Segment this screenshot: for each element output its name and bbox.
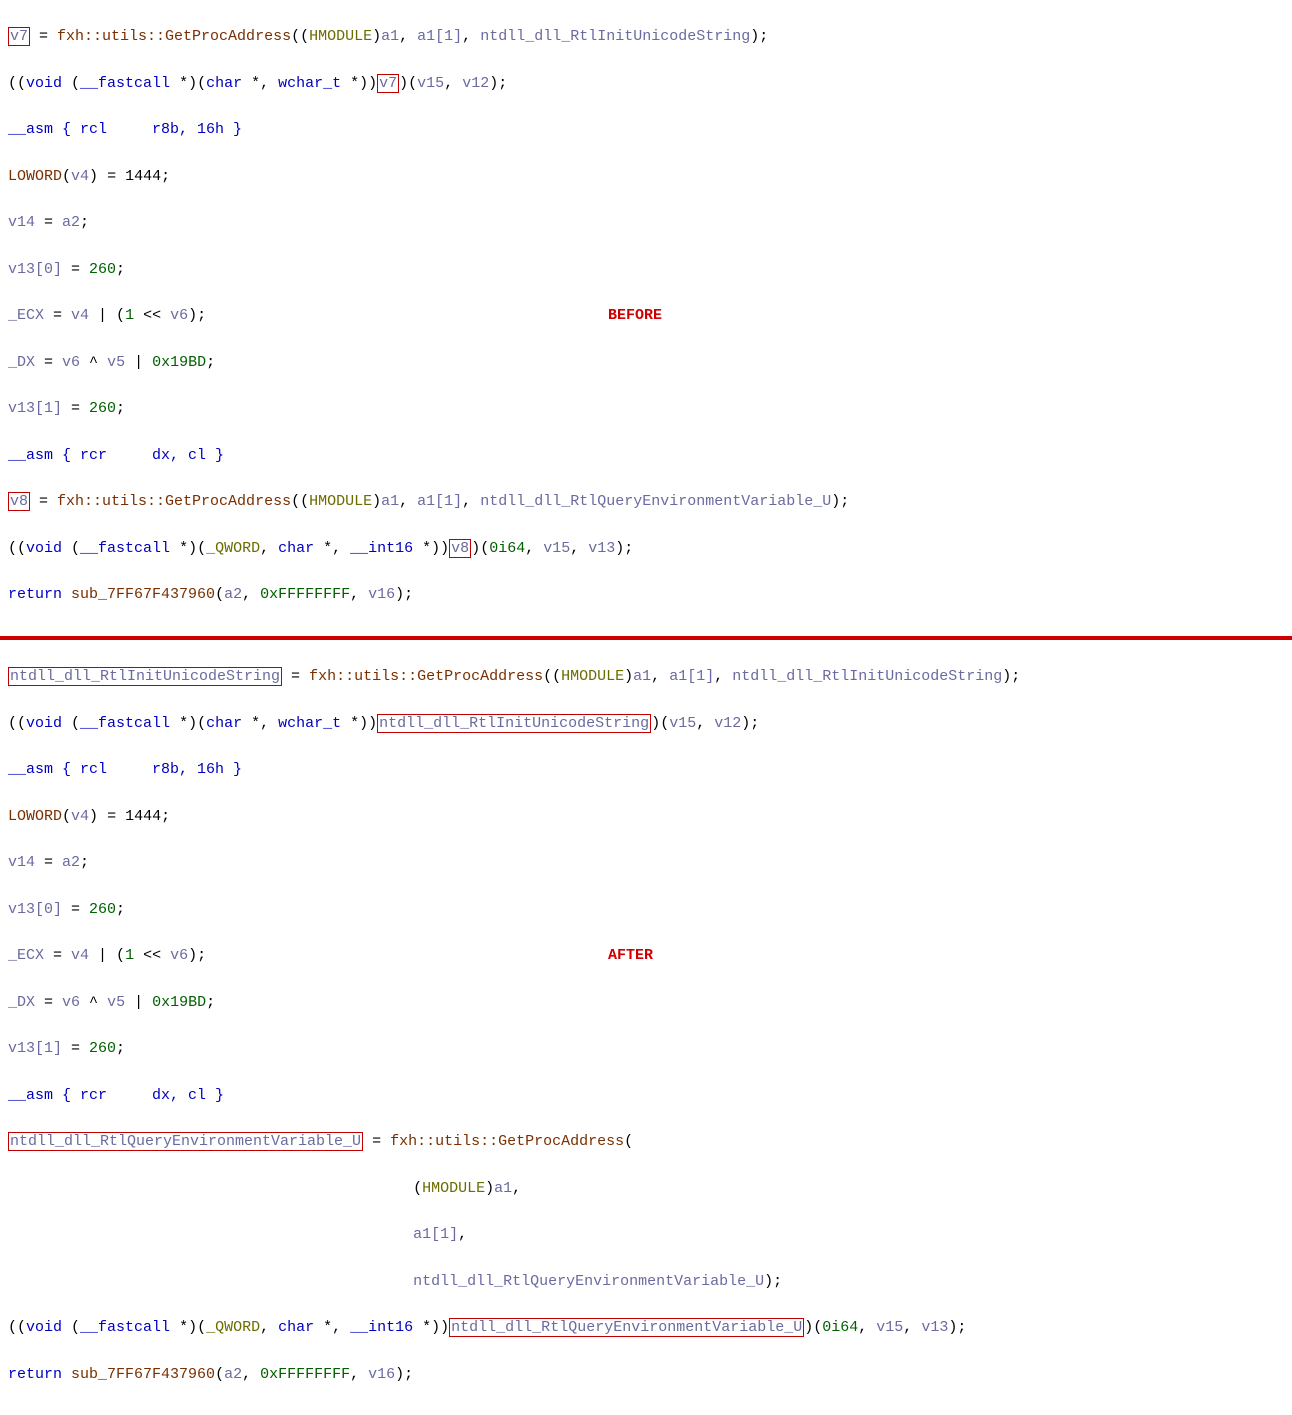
type-hmodule: HMODULE [309, 28, 372, 45]
asm-line: __asm { rcl r8b, 16h } [8, 761, 242, 778]
var-v13-1: v13[1] [8, 400, 62, 417]
symbol-ref: ntdll_dll_RtlInitUnicodeString [732, 668, 1002, 685]
var-a2: a2 [62, 214, 80, 231]
symbol-ref-2: ntdll_dll_RtlQueryEnvironmentVariable_U [480, 493, 831, 510]
return-kw: return [8, 1366, 62, 1383]
highlight-sym-cast-2: ntdll_dll_RtlQueryEnvironmentVariable_U [449, 1318, 804, 1337]
loword-macro: LOWORD [8, 808, 62, 825]
var-a1-idx: a1[1] [417, 28, 462, 45]
symbol-arg: ntdll_dll_RtlQueryEnvironmentVariable_U [413, 1273, 764, 1290]
highlight-v7-cast: v7 [377, 74, 399, 93]
before-code-block: v7 = fxh::utils::GetProcAddress((HMODULE… [0, 0, 1292, 636]
reg-ecx: _ECX [8, 307, 44, 324]
var-v13-1: v13[1] [8, 1040, 62, 1057]
var-v15: v15 [417, 75, 444, 92]
highlight-sym-1: ntdll_dll_RtlInitUnicodeString [8, 667, 282, 686]
asm-line: __asm { rcl r8b, 16h } [8, 121, 242, 138]
symbol-ref: ntdll_dll_RtlInitUnicodeString [480, 28, 750, 45]
loword-macro: LOWORD [8, 168, 62, 185]
highlight-sym-2: ntdll_dll_RtlQueryEnvironmentVariable_U [8, 1132, 363, 1151]
asm-line-2: __asm { rcr dx, cl } [8, 447, 224, 464]
return-kw: return [8, 586, 62, 603]
asm-line-2: __asm { rcr dx, cl } [8, 1087, 224, 1104]
literal-1444: = 1444; [107, 168, 170, 185]
func-call: fxh::utils::GetProcAddress [309, 668, 543, 685]
func-call: fxh::utils::GetProcAddress [57, 28, 291, 45]
highlight-sym-cast-1: ntdll_dll_RtlInitUnicodeString [377, 714, 651, 733]
var-v12: v12 [462, 75, 489, 92]
func-call-2: fxh::utils::GetProcAddress [390, 1133, 624, 1150]
highlight-v8: v8 [8, 492, 30, 511]
after-label: AFTER [608, 944, 653, 967]
reg-dx: _DX [8, 994, 35, 1011]
sub-call: sub_7FF67F437960 [71, 586, 215, 603]
var-v14: v14 [8, 854, 35, 871]
highlight-v8-cast: v8 [449, 539, 471, 558]
reg-dx: _DX [8, 354, 35, 371]
reg-ecx: _ECX [8, 947, 44, 964]
after-code-block: ntdll_dll_RtlInitUnicodeString = fxh::ut… [0, 640, 1292, 1415]
highlight-v7: v7 [8, 27, 30, 46]
before-label: BEFORE [608, 304, 662, 327]
literal-1444: = 1444; [107, 808, 170, 825]
func-call-2: fxh::utils::GetProcAddress [57, 493, 291, 510]
var-v4: v4 [71, 168, 89, 185]
num-260: 260 [89, 261, 116, 278]
var-v13-0: v13[0] [8, 901, 62, 918]
var-v14: v14 [8, 214, 35, 231]
sub-call: sub_7FF67F437960 [71, 1366, 215, 1383]
var-v13-0: v13[0] [8, 261, 62, 278]
var-a1: a1 [381, 28, 399, 45]
